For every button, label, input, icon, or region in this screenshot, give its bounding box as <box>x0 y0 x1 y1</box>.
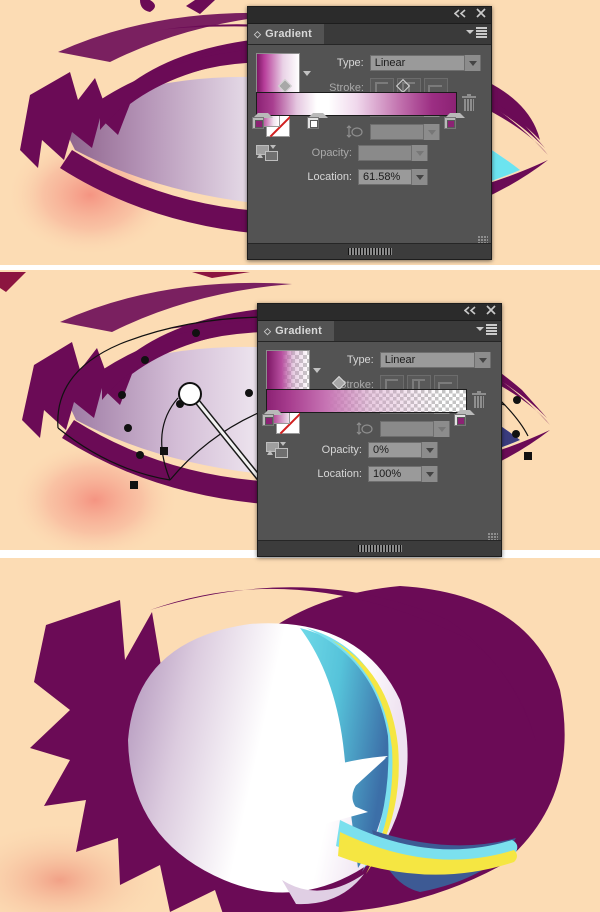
aspect-input[interactable] <box>380 421 450 437</box>
location-value: 100% <box>373 468 402 480</box>
aspect-caret-icon[interactable] <box>423 124 439 140</box>
type-caret-icon[interactable] <box>464 55 480 71</box>
location-input[interactable]: 100% <box>368 466 438 482</box>
aspect-caret-icon[interactable] <box>433 421 449 437</box>
aspect-input[interactable] <box>370 124 440 140</box>
type-label: Type: <box>336 57 364 69</box>
location-label: Location: <box>307 171 352 183</box>
gradient-stop-1[interactable] <box>262 410 283 426</box>
menu-bars-icon <box>486 324 497 335</box>
gradient-swatch[interactable] <box>266 350 310 394</box>
panel-drag-grip[interactable] <box>347 248 392 255</box>
opacity-caret-icon[interactable] <box>411 145 427 161</box>
gradient-slider-track[interactable] <box>266 389 467 413</box>
location-label: Location: <box>317 468 362 480</box>
panel-drag-grip[interactable] <box>357 545 402 552</box>
type-row: Type: Linear <box>336 352 491 368</box>
type-select[interactable]: Linear <box>379 352 491 368</box>
gradient-swatch[interactable] <box>256 53 300 97</box>
panel-body: Type: Linear Stroke: <box>258 342 501 546</box>
gradient-stop-2[interactable] <box>307 113 328 129</box>
illustration-step-3: 1 2 3 飞特网 FEVTE.COM <box>0 558 600 912</box>
gradient-stop-3[interactable] <box>444 113 465 129</box>
type-caret-icon[interactable] <box>474 352 490 368</box>
panel-titlebar[interactable] <box>248 7 491 24</box>
tab-grip-icon: ◇ <box>254 28 262 39</box>
gradient-swatch-dropdown-icon[interactable] <box>303 71 311 76</box>
type-value: Linear <box>374 57 406 69</box>
aspect-row <box>336 421 491 437</box>
collapse-icon[interactable] <box>464 305 477 315</box>
reverse-gradient-icon[interactable] <box>266 442 292 460</box>
eye-artwork-step-3 <box>0 558 600 912</box>
location-caret-icon[interactable] <box>411 169 427 185</box>
panel-titlebar[interactable] <box>258 304 501 321</box>
close-icon[interactable] <box>476 8 486 18</box>
panel-tabrow[interactable]: ◇ Gradient <box>258 321 501 342</box>
delete-stop-icon[interactable] <box>472 391 486 409</box>
tab-gradient[interactable]: ◇ Gradient <box>248 24 324 44</box>
opacity-input[interactable] <box>358 145 428 161</box>
menu-triangle-icon <box>466 30 474 35</box>
opacity-input[interactable]: 0% <box>368 442 438 458</box>
aspect-icon-wrap <box>326 125 364 139</box>
panel-menu-icon[interactable] <box>476 324 497 335</box>
location-row: Location: 100% <box>310 466 490 482</box>
tab-gradient-label: Gradient <box>275 325 322 337</box>
gradient-panel-top[interactable]: ◇ Gradient Type: Linear Stroke: Opacity:… <box>247 6 492 260</box>
opacity-label: Opacity: <box>321 444 362 456</box>
panel-tabrow[interactable]: ◇ Gradient <box>248 24 491 45</box>
panel-body: Type: Linear Stroke: <box>248 45 491 249</box>
screenshot-stage: 1 2 3 飞特网 FEVTE.COM ◇ Gradient <box>0 0 600 912</box>
location-row: Location: 61.58% <box>300 169 480 185</box>
location-value: 61.58% <box>363 171 401 183</box>
type-value: Linear <box>384 354 416 366</box>
tab-gradient[interactable]: ◇ Gradient <box>258 321 334 341</box>
opacity-value: 0% <box>373 444 389 456</box>
menu-bars-icon <box>476 27 487 38</box>
opacity-row: Opacity: 0% <box>310 442 490 458</box>
aspect-ratio-icon <box>356 422 374 436</box>
type-label: Type: <box>346 354 374 366</box>
collapse-icon[interactable] <box>454 8 467 18</box>
location-input[interactable]: 61.58% <box>358 169 428 185</box>
aspect-icon-wrap <box>336 422 374 436</box>
aspect-ratio-icon <box>346 125 364 139</box>
opacity-label: Opacity: <box>311 147 352 159</box>
type-row: Type: Linear <box>326 55 481 71</box>
gradient-slider-track[interactable] <box>256 92 457 116</box>
menu-triangle-icon <box>476 327 484 332</box>
panel-footer[interactable] <box>248 243 491 259</box>
opacity-row: Opacity: <box>300 145 480 161</box>
type-select[interactable]: Linear <box>369 55 481 71</box>
reverse-gradient-icon[interactable] <box>256 145 282 163</box>
gradient-panel-bottom[interactable]: ◇ Gradient Type: Linear Stroke: Opacity:… <box>257 303 502 557</box>
opacity-caret-icon[interactable] <box>421 442 437 458</box>
panel-footer[interactable] <box>258 540 501 556</box>
aspect-row <box>326 124 481 140</box>
panel-menu-icon[interactable] <box>466 27 487 38</box>
tab-gradient-label: Gradient <box>265 28 312 40</box>
gradient-stop-1[interactable] <box>252 113 273 129</box>
close-icon[interactable] <box>486 305 496 315</box>
gradient-swatch-dropdown-icon[interactable] <box>313 368 321 373</box>
gradient-stop-2[interactable] <box>454 410 475 426</box>
delete-stop-icon[interactable] <box>462 94 476 112</box>
tab-grip-icon: ◇ <box>264 325 272 336</box>
location-caret-icon[interactable] <box>421 466 437 482</box>
